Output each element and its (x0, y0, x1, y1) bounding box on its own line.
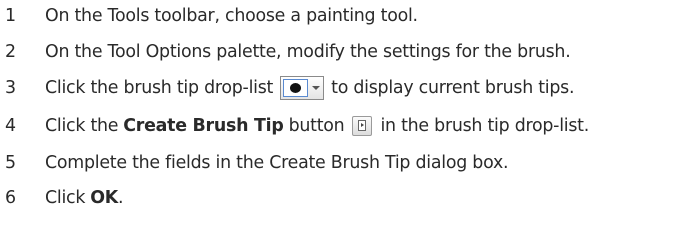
ui-term-ok: OK (90, 188, 118, 208)
create-brush-tip-icon (352, 116, 373, 136)
step-text: Complete the fields in the Create Brush … (45, 153, 509, 173)
step-number: 5 (5, 153, 16, 173)
step-number: 3 (5, 78, 16, 98)
step-number: 6 (5, 188, 16, 208)
chevron-down-icon (309, 78, 322, 98)
step-text-before: Click the (45, 116, 119, 136)
step-text-before: Click (45, 188, 86, 208)
step-number: 1 (5, 6, 16, 26)
step-2: 2 On the Tool Options palette, modify th… (0, 37, 571, 67)
step-6: 6 Click OK. (0, 183, 124, 213)
step-1: 1 On the Tools toolbar, choose a paintin… (0, 1, 418, 31)
step-text-after: to display current brush tips. (331, 78, 575, 98)
step-text-after: . (117, 188, 124, 208)
step-text-middle: button (288, 116, 345, 136)
step-text: On the Tools toolbar, choose a painting … (45, 6, 418, 26)
brush-tip-dot-icon (290, 83, 302, 93)
step-text: On the Tool Options palette, modify the … (45, 42, 571, 62)
step-text-before: Click the brush tip drop-list (45, 78, 274, 98)
ui-term-create-brush-tip: Create Brush Tip (123, 116, 284, 136)
step-4: 4 Click the Create Brush Tip button in t… (0, 111, 589, 141)
step-3: 3 Click the brush tip drop-list to displ… (0, 73, 575, 103)
step-text-after: in the brush tip drop-list. (380, 116, 590, 136)
procedure-steps: 1 On the Tools toolbar, choose a paintin… (0, 0, 683, 240)
brush-tip-droplist-icon (280, 76, 325, 100)
step-number: 2 (5, 42, 16, 62)
step-5: 5 Complete the fields in the Create Brus… (0, 148, 509, 178)
step-number: 4 (5, 116, 16, 136)
